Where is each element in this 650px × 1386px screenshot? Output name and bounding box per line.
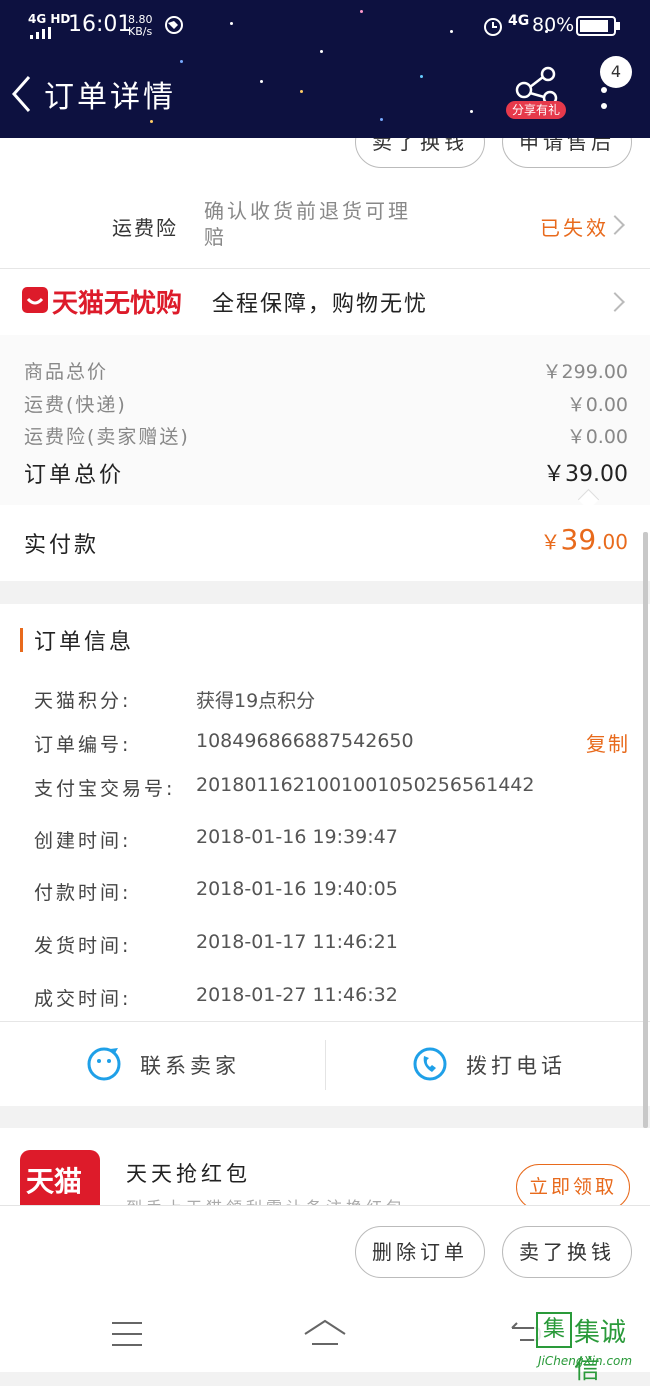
call-seller-button[interactable]: 拨打电话 xyxy=(326,1022,650,1106)
tmall-app-logo-text: 天猫 xyxy=(26,1165,83,1198)
insurance-label: 运费险 xyxy=(112,216,178,240)
red-packet-promo: 天猫 天天抢红包 到手上天猫领利需让备注换红包 立即领取 xyxy=(0,1128,650,1206)
scrollbar[interactable] xyxy=(643,532,648,1128)
order-total-label: 订单总价 xyxy=(24,463,125,488)
watermark-logo-mark: 集 xyxy=(536,1312,572,1348)
contact-bar: 联系卖家 拨打电话 xyxy=(0,1022,650,1106)
sell-button-top[interactable]: 卖了换钱 xyxy=(355,138,485,168)
paid-amount: ￥39.00 xyxy=(541,523,628,556)
order-info-title: 订单信息 xyxy=(34,630,135,655)
paid-currency: ￥ xyxy=(540,530,561,554)
top-action-bar: 卖了换钱 申请售后 xyxy=(0,138,650,178)
network-indicator-2: 4G xyxy=(508,13,530,29)
share-gift-label[interactable]: 分享有礼 xyxy=(506,101,566,119)
page-title: 订单详情 xyxy=(44,80,176,115)
system-nav-bar: 集 集诚信 JiChengXin.com xyxy=(0,1296,650,1385)
chevron-right-icon xyxy=(605,292,625,312)
order-info-label: 订单编号: xyxy=(34,734,132,756)
tmall-worry-free-logo: 天猫无忧购 xyxy=(52,289,183,319)
message-count-badge[interactable]: 4 xyxy=(600,56,632,88)
shipping-insurance-row[interactable]: 运费险 确认收货前退货可理赔 已失效 xyxy=(0,178,650,268)
after-sale-button[interactable]: 申请售后 xyxy=(502,138,632,168)
section-accent-bar xyxy=(20,628,23,652)
promo-title: 天天抢红包 xyxy=(126,1162,251,1186)
alarm-icon xyxy=(482,15,504,41)
tmall-cat-icon xyxy=(22,287,48,317)
phone-icon xyxy=(412,1046,448,1086)
tmall-worry-free-row[interactable]: 天猫无忧购 全程保障，购物无忧 xyxy=(0,269,650,335)
order-info-value: 108496866887542650 xyxy=(196,730,414,752)
network-speed: 8.80 KB/s xyxy=(128,13,153,38)
order-info-section: 订单信息 天猫积分: 获得19点积分订单编号: 108496866887542650… xyxy=(0,604,650,1022)
sell-for-cash-button[interactable]: 卖了换钱 xyxy=(502,1226,632,1278)
menu-icon[interactable] xyxy=(110,1320,144,1352)
order-info-value: 获得19点积分 xyxy=(196,690,316,712)
insurance-desc: 确认收货前退货可理赔 xyxy=(204,199,411,249)
insurance-status: 已失效 xyxy=(540,216,609,240)
price-row-label: 运费(快递) xyxy=(24,394,127,416)
home-icon[interactable] xyxy=(302,1318,348,1352)
call-phone-label: 拨打电话 xyxy=(466,1054,566,1078)
order-info-label: 付款时间: xyxy=(34,882,132,904)
back-arrow-icon[interactable] xyxy=(10,74,32,114)
battery-icon xyxy=(576,15,622,41)
order-info-label: 发货时间: xyxy=(34,935,132,957)
order-info-value: 2018-01-16 19:40:05 xyxy=(196,878,398,900)
price-summary: 商品总价 ￥299.00 运费(快递) ￥0.00 运费险(卖家赠送) ￥0.00 订单总… xyxy=(0,335,650,511)
copy-order-number-button[interactable]: 复制 xyxy=(586,728,630,757)
claim-red-packet-button[interactable]: 立即领取 xyxy=(516,1164,630,1206)
price-row-value: ￥299.00 xyxy=(542,361,628,383)
chat-bubble-icon xyxy=(86,1046,122,1086)
signal-icon xyxy=(30,24,56,43)
watermark: 集 集诚信 JiChengXin.com xyxy=(534,1310,646,1385)
app-header: 4G HD 16:01 8.80 KB/s 4G 80% 订单详情 分享有礼 4 xyxy=(0,0,650,138)
tmall-app-icon: 天猫 xyxy=(20,1150,100,1206)
order-total-value: ￥39.00 xyxy=(543,462,628,487)
watermark-name: 集诚信 xyxy=(574,1318,627,1385)
price-row-label: 商品总价 xyxy=(24,361,109,383)
watermark-url: JiChengXin.com xyxy=(538,1354,633,1368)
bottom-action-bar: 删除订单 卖了换钱 xyxy=(0,1205,650,1296)
paid-integer: 39 xyxy=(560,523,597,556)
price-row-label: 运费险(卖家赠送) xyxy=(24,426,190,448)
paid-amount-row: 实付款 ￥39.00 xyxy=(0,505,650,581)
price-row-value: ￥0.00 xyxy=(566,394,628,416)
order-info-label: 天猫积分: xyxy=(34,690,132,712)
battery-percent: 80% xyxy=(532,14,575,36)
order-info-value: 2018-01-16 19:39:47 xyxy=(196,826,398,848)
order-info-value: 2018011621001001050256561442 xyxy=(196,774,535,796)
paid-decimal: .00 xyxy=(596,530,628,554)
delete-order-button[interactable]: 删除订单 xyxy=(355,1226,485,1278)
order-info-value: 2018-01-17 11:46:21 xyxy=(196,931,398,953)
order-info-label: 支付宝交易号: xyxy=(34,778,176,800)
paid-label: 实付款 xyxy=(24,533,100,558)
clock: 16:01 xyxy=(68,12,132,37)
contact-seller-button[interactable]: 联系卖家 xyxy=(0,1022,325,1106)
price-row-value: ￥0.00 xyxy=(566,426,628,448)
order-info-label: 创建时间: xyxy=(34,830,132,852)
contact-seller-label: 联系卖家 xyxy=(140,1054,240,1078)
order-info-value: 2018-01-27 11:46:32 xyxy=(196,984,398,1006)
order-info-label: 成交时间: xyxy=(34,988,132,1010)
worry-free-text: 全程保障，购物无忧 xyxy=(212,292,429,317)
more-menu-icon[interactable] xyxy=(598,84,610,118)
globe-icon xyxy=(164,15,184,39)
